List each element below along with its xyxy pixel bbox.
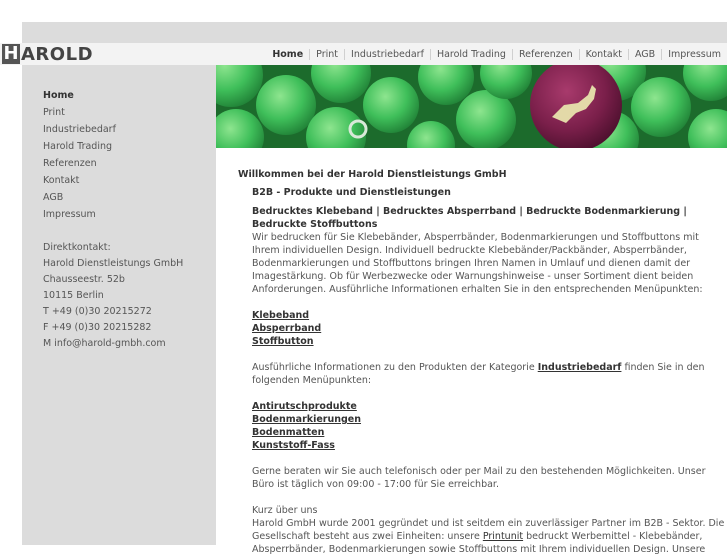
sidenav-agb[interactable]: AGB: [43, 192, 116, 209]
contact-city: 10115 Berlin: [43, 290, 104, 301]
topnav-kontakt[interactable]: Kontakt: [578, 48, 628, 60]
logo-initial: H: [2, 43, 20, 64]
industrie-text: Ausführliche Informationen zu den Produk…: [252, 361, 727, 387]
link-absperrband[interactable]: Absperrband: [252, 322, 727, 335]
banner-image: [216, 65, 727, 148]
top-gray-bar: [22, 22, 727, 43]
sidenav-print[interactable]: Print: [43, 107, 116, 124]
sidenav-referenzen[interactable]: Referenzen: [43, 158, 116, 175]
sidenav-home[interactable]: Home: [43, 90, 116, 107]
contact-block: Direktkontakt: Harold Dienstleistungs Gm…: [43, 242, 183, 354]
product-links: Klebeband Absperrband Stoffbutton: [252, 309, 727, 348]
sidenav-kontakt[interactable]: Kontakt: [43, 175, 116, 192]
topnav-harold-trading[interactable]: Harold Trading: [429, 48, 512, 60]
buttons-banner-graphic: [216, 65, 727, 148]
link-industriebedarf[interactable]: Industriebedarf: [538, 362, 622, 373]
contact-phone: T +49 (0)30 20215272: [43, 306, 152, 317]
top-navigation: Home Print Industriebedarf Harold Tradin…: [266, 43, 727, 65]
main-content: Willkommen bei der Harold Dienstleistung…: [238, 168, 727, 556]
topnav-agb[interactable]: AGB: [627, 48, 661, 60]
sidenav-industriebedarf[interactable]: Industriebedarf: [43, 124, 116, 141]
topnav-print[interactable]: Print: [309, 48, 344, 60]
industrie-pre: Ausführliche Informationen zu den Produk…: [252, 362, 538, 373]
link-kunststoff-fass[interactable]: Kunststoff-Fass: [252, 439, 727, 452]
sidenav-impressum[interactable]: Impressum: [43, 209, 116, 226]
link-bodenmarkierungen[interactable]: Bodenmarkierungen: [252, 413, 727, 426]
link-printunit[interactable]: Printunit: [483, 531, 523, 542]
contact-text: Gerne beraten wir Sie auch telefonisch o…: [252, 466, 706, 490]
about-text: Harold GmbH wurde 2001 gegründet und ist…: [252, 517, 727, 556]
link-stoffbutton[interactable]: Stoffbutton: [252, 335, 727, 348]
top-strip: [0, 0, 727, 22]
about-title: Kurz über uns: [252, 505, 318, 516]
contact-street: Chausseestr. 52b: [43, 274, 125, 285]
welcome-heading: Willkommen bei der Harold Dienstleistung…: [238, 169, 507, 180]
industrie-links: Antirutschprodukte Bodenmarkierungen Bod…: [252, 400, 727, 452]
topnav-home[interactable]: Home: [266, 49, 309, 60]
link-bodenmatten[interactable]: Bodenmatten: [252, 426, 727, 439]
contact-label: Direktkontakt:: [43, 242, 111, 253]
contact-email[interactable]: M info@harold-gmbh.com: [43, 338, 183, 354]
products-heading: Bedrucktes Klebeband | Bedrucktes Absper…: [252, 206, 687, 230]
link-klebeband[interactable]: Klebeband: [252, 309, 727, 322]
side-navigation: Home Print Industriebedarf Harold Tradin…: [43, 90, 116, 226]
contact-fax: F +49 (0)30 20215282: [43, 322, 152, 333]
topnav-impressum[interactable]: Impressum: [661, 48, 727, 60]
topnav-industriebedarf[interactable]: Industriebedarf: [344, 48, 430, 60]
logo-text: AROLD: [21, 43, 94, 65]
link-antirutschprodukte[interactable]: Antirutschprodukte: [252, 400, 727, 413]
topnav-referenzen[interactable]: Referenzen: [511, 48, 579, 60]
harold-logo[interactable]: H AROLD: [2, 43, 94, 65]
subtitle: B2B - Produkte und Dienstleistungen: [252, 187, 451, 198]
contact-company: Harold Dienstleistungs GmbH: [43, 258, 184, 269]
intro-text: Wir bedrucken für Sie Klebebänder, Abspe…: [252, 232, 703, 295]
sidenav-harold-trading[interactable]: Harold Trading: [43, 141, 116, 158]
